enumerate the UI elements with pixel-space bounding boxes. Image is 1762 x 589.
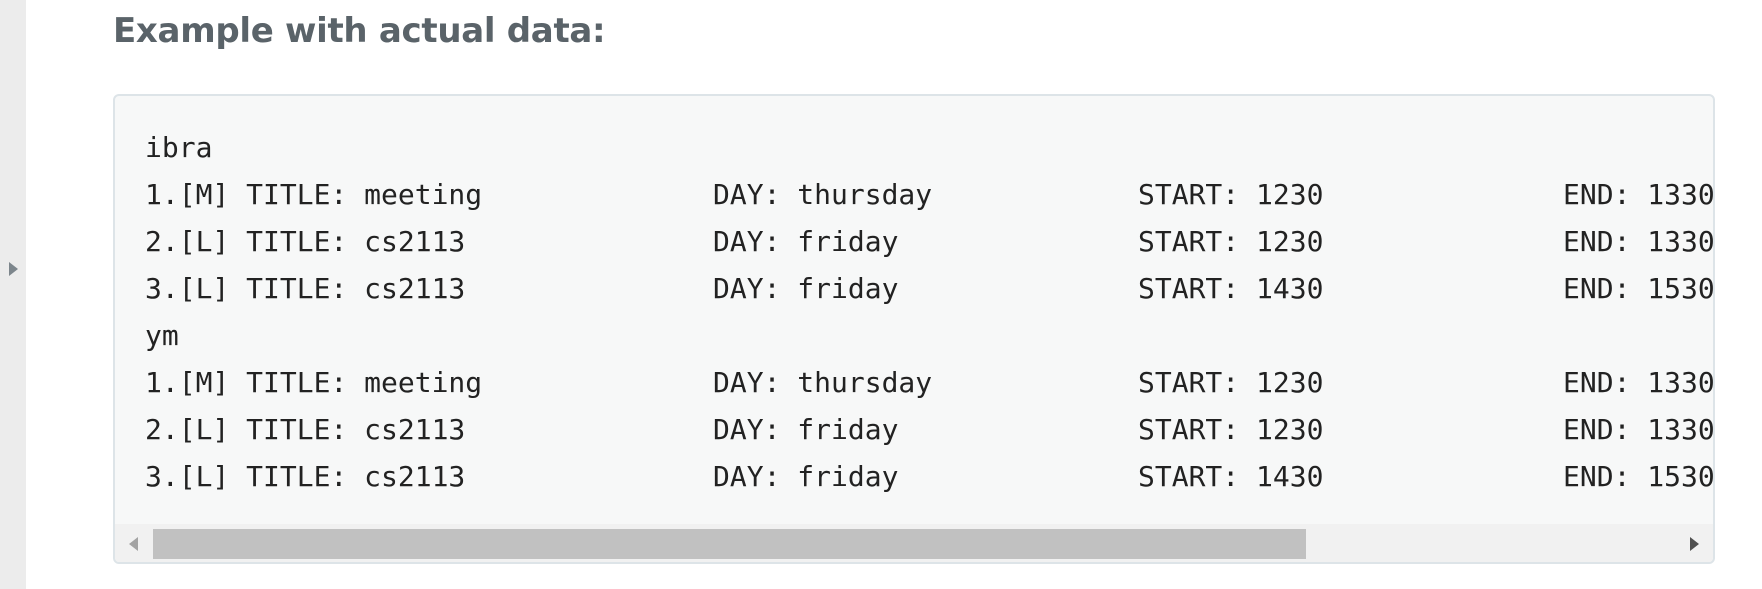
code-line-title: 3.[L] TITLE: cs2113 [145,272,466,305]
code-line-day: DAY: friday [713,225,899,258]
code-line-start: START: 1430 [1138,460,1324,493]
code-line-title: 3.[L] TITLE: cs2113 [145,460,466,493]
code-line: 1.[M] TITLE: meeting DAY: thursday START… [145,359,1713,406]
code-line-name: ym [145,319,179,352]
section-heading: Example with actual data: [113,11,606,51]
code-line-day: DAY: thursday [713,178,933,211]
code-line-name: ibra [145,131,213,164]
code-block: ibra 1.[M] TITLE: meeting DAY: thursday … [113,94,1715,564]
code-line-day: DAY: friday [713,272,899,305]
code-line-title: 2.[L] TITLE: cs2113 [145,225,466,258]
code-line-end: END: 1330 [1563,178,1713,211]
code-line: 3.[L] TITLE: cs2113 DAY: friday START: 1… [145,265,1713,312]
code-line-day: DAY: friday [713,413,899,446]
code-line-start: START: 1230 [1138,366,1324,399]
sidebar-rail [0,0,26,589]
code-line-start: START: 1230 [1138,178,1324,211]
code-line-day: DAY: friday [713,460,899,493]
code-line: 2.[L] TITLE: cs2113 DAY: friday START: 1… [145,218,1713,265]
code-viewport: ibra 1.[M] TITLE: meeting DAY: thursday … [115,96,1713,524]
code-line: ym [145,312,1713,359]
code-line-day: DAY: thursday [713,366,933,399]
code-lines: ibra 1.[M] TITLE: meeting DAY: thursday … [145,124,1713,500]
scroll-right-icon[interactable] [1690,537,1699,551]
code-line-start: START: 1430 [1138,272,1324,305]
code-line-end: END: 1530 [1563,272,1713,305]
code-line-title: 1.[M] TITLE: meeting [145,366,483,399]
code-line: 1.[M] TITLE: meeting DAY: thursday START… [145,171,1713,218]
code-line: 2.[L] TITLE: cs2113 DAY: friday START: 1… [145,406,1713,453]
code-line-end: END: 1530 [1563,460,1713,493]
code-line-end: END: 1330 [1563,413,1713,446]
code-line-end: END: 1330 [1563,366,1713,399]
code-line-start: START: 1230 [1138,413,1324,446]
code-line: 3.[L] TITLE: cs2113 DAY: friday START: 1… [145,453,1713,500]
scrollbar-thumb[interactable] [153,529,1306,559]
sidebar-expand-icon[interactable] [9,262,18,276]
code-line-title: 1.[M] TITLE: meeting [145,178,483,211]
horizontal-scrollbar[interactable] [115,524,1713,562]
scroll-left-icon[interactable] [129,537,138,551]
code-line-end: END: 1330 [1563,225,1713,258]
code-line-start: START: 1230 [1138,225,1324,258]
code-line-title: 2.[L] TITLE: cs2113 [145,413,466,446]
code-line: ibra [145,124,1713,171]
